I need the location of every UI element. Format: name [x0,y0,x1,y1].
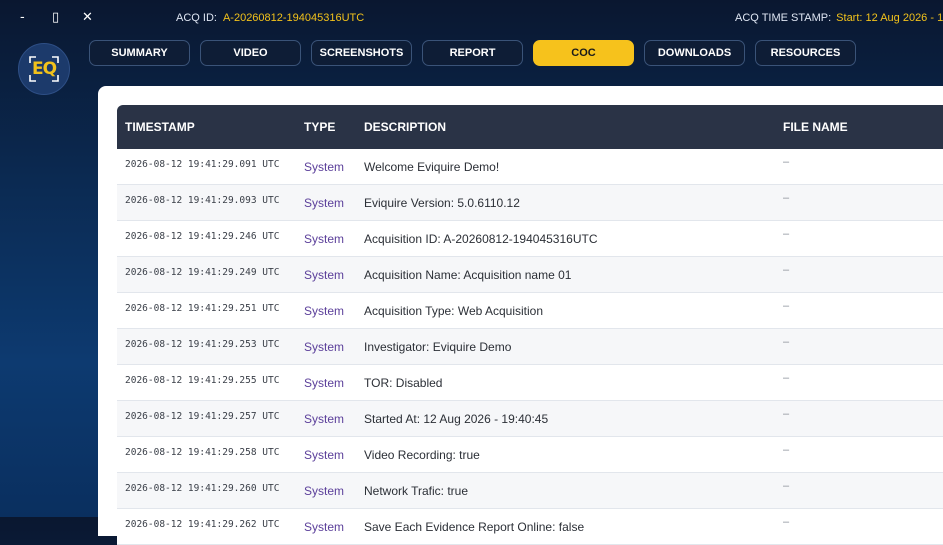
row-file-name: – [783,156,790,168]
acquisition-timestamp: ACQ TIME STAMP: Start: 12 Aug 2026 - 19 [735,12,943,24]
acq-ts-value: Start: 12 Aug 2026 - 19 [836,12,943,24]
row-file-name: – [783,264,790,276]
row-type: System [304,160,345,174]
row-type: System [304,304,345,318]
acquisition-id: ACQ ID: A-20260812-194045316UTC [176,12,364,24]
column-header-file-name[interactable]: FILE NAME [783,120,848,134]
table-row[interactable]: 2026-08-12 19:41:29.091 UTC System Welco… [117,149,943,185]
row-timestamp: 2026-08-12 19:41:29.249 UTC [125,267,280,278]
row-description: Welcome Eviquire Demo! [364,160,500,174]
table-row[interactable]: 2026-08-12 19:41:29.249 UTC System Acqui… [117,257,943,293]
row-description: Acquisition Name: Acquisition name 01 [364,268,572,282]
table-row[interactable]: 2026-08-12 19:41:29.260 UTC System Netwo… [117,473,943,509]
app-logo: EQ [18,43,70,95]
table-row[interactable]: 2026-08-12 19:41:29.257 UTC System Start… [117,401,943,437]
tab-resources[interactable]: RESOURCES [755,40,856,66]
table-row[interactable]: 2026-08-12 19:41:29.262 UTC System Save … [117,509,943,545]
tab-summary[interactable]: SUMMARY [89,40,190,66]
table-row[interactable]: 2026-08-12 19:41:29.258 UTC System Video… [117,437,943,473]
table-row[interactable]: 2026-08-12 19:41:29.251 UTC System Acqui… [117,293,943,329]
tab-report[interactable]: REPORT [422,40,523,66]
tab-coc[interactable]: COC [533,40,634,66]
row-type: System [304,268,345,282]
tab-video[interactable]: VIDEO [200,40,301,66]
table-row[interactable]: 2026-08-12 19:41:29.246 UTC System Acqui… [117,221,943,257]
maximize-button[interactable]: ▯ [52,9,59,27]
row-file-name: – [783,300,790,312]
acq-id-value: A-20260812-194045316UTC [222,12,365,24]
row-file-name: – [783,480,790,492]
row-type: System [304,340,345,354]
row-type: System [304,412,345,426]
row-description: Acquisition ID: A-20260812-194045316UTC [364,232,598,246]
row-type: System [304,376,345,390]
row-description: Investigator: Eviquire Demo [364,340,512,354]
row-timestamp: 2026-08-12 19:41:29.255 UTC [125,375,280,386]
logo-text: EQ [31,59,57,79]
row-file-name: – [783,192,790,204]
row-type: System [304,520,345,534]
row-timestamp: 2026-08-12 19:41:29.258 UTC [125,447,280,458]
row-file-name: – [783,444,790,456]
table-header: TIMESTAMP TYPE DESCRIPTION FILE NAME [117,105,943,149]
acq-ts-label: ACQ TIME STAMP: [735,12,832,24]
table-row[interactable]: 2026-08-12 19:41:29.093 UTC System Eviqu… [117,185,943,221]
row-file-name: – [783,336,790,348]
row-type: System [304,196,345,210]
row-type: System [304,448,345,462]
coc-table: TIMESTAMP TYPE DESCRIPTION FILE NAME 202… [117,105,943,545]
row-timestamp: 2026-08-12 19:41:29.093 UTC [125,195,280,206]
main-tabs: SUMMARY VIDEO SCREENSHOTS REPORT COC DOW… [89,40,856,66]
row-description: Network Trafic: true [364,484,469,498]
tab-screenshots[interactable]: SCREENSHOTS [311,40,412,66]
row-file-name: – [783,408,790,420]
row-description: Save Each Evidence Report Online: false [364,520,585,534]
row-description: Acquisition Type: Web Acquisition [364,304,543,318]
row-description: Video Recording: true [364,448,480,462]
row-timestamp: 2026-08-12 19:41:29.251 UTC [125,303,280,314]
row-timestamp: 2026-08-12 19:41:29.260 UTC [125,483,280,494]
column-header-description[interactable]: DESCRIPTION [364,120,446,134]
row-file-name: – [783,516,790,528]
row-timestamp: 2026-08-12 19:41:29.257 UTC [125,411,280,422]
row-timestamp: 2026-08-12 19:41:29.262 UTC [125,519,280,530]
table-body: 2026-08-12 19:41:29.091 UTC System Welco… [117,149,943,545]
table-row[interactable]: 2026-08-12 19:41:29.255 UTC System TOR: … [117,365,943,401]
content-panel: TIMESTAMP TYPE DESCRIPTION FILE NAME 202… [98,86,943,545]
row-timestamp: 2026-08-12 19:41:29.253 UTC [125,339,280,350]
row-description: Started At: 12 Aug 2026 - 19:40:45 [364,412,549,426]
row-timestamp: 2026-08-12 19:41:29.091 UTC [125,159,280,170]
tab-downloads[interactable]: DOWNLOADS [644,40,745,66]
row-type: System [304,232,345,246]
column-header-type[interactable]: TYPE [304,120,335,134]
close-button[interactable]: ✕ [82,9,93,27]
row-timestamp: 2026-08-12 19:41:29.246 UTC [125,231,280,242]
minimize-button[interactable]: - [20,9,25,27]
row-type: System [304,484,345,498]
row-description: Eviquire Version: 5.0.6110.12 [364,196,520,210]
table-row[interactable]: 2026-08-12 19:41:29.253 UTC System Inves… [117,329,943,365]
column-header-timestamp[interactable]: TIMESTAMP [125,120,195,134]
row-file-name: – [783,228,790,240]
acq-id-label: ACQ ID: [176,12,217,24]
row-file-name: – [783,372,790,384]
row-description: TOR: Disabled [364,376,443,390]
